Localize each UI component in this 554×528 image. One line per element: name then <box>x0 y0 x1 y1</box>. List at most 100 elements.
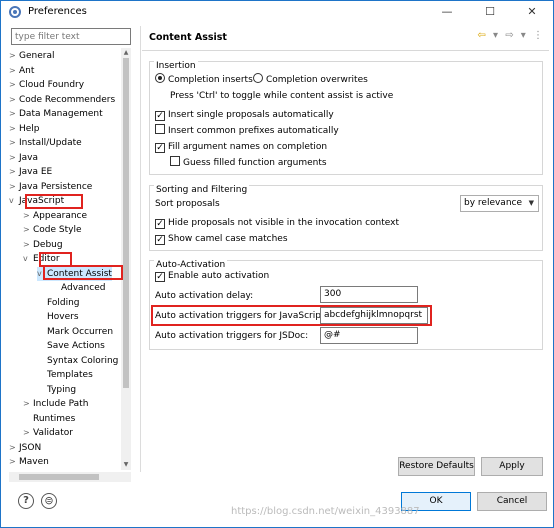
forward-menu-chevron-icon[interactable]: ▾ <box>521 30 526 41</box>
camel-case-label: Show camel case matches <box>168 234 288 244</box>
import-export-icon[interactable]: ⊜ <box>41 493 57 509</box>
scroll-down-icon[interactable]: ▼ <box>122 461 130 469</box>
checkbox-checked-icon: ✓ <box>155 111 165 121</box>
tree-item[interactable]: > Debug <box>23 238 63 252</box>
completion-overwrites-radio[interactable]: Completion overwrites <box>253 73 368 87</box>
hide-proposals-checkbox[interactable]: ✓ Hide proposals not visible in the invoc… <box>155 216 399 230</box>
cancel-button[interactable]: Cancel <box>477 492 547 511</box>
dialog-footer: ? ⊜ OK Cancel <box>1 472 553 527</box>
tree-item[interactable]: > Cloud Foundry <box>9 78 84 92</box>
tree-item[interactable]: > JSON <box>9 441 41 455</box>
collapse-chevron-icon[interactable]: > <box>9 136 19 150</box>
scroll-up-icon[interactable]: ▲ <box>122 49 130 57</box>
tree-item-label: Debug <box>33 239 63 250</box>
insert-single-checkbox[interactable]: ✓ Insert single proposals automatically <box>155 108 334 122</box>
collapse-chevron-icon[interactable]: > <box>9 165 19 179</box>
collapse-chevron-icon[interactable]: > <box>23 426 33 440</box>
tree-item[interactable]: v Content Assist <box>37 266 112 281</box>
view-menu-icon[interactable]: ⋮ <box>533 30 543 41</box>
enable-auto-activation-checkbox[interactable]: ✓ Enable auto activation <box>155 269 269 283</box>
tree-item[interactable]: Advanced <box>51 281 105 295</box>
tree-item[interactable]: > Java EE <box>9 165 52 179</box>
camel-case-checkbox[interactable]: ✓ Show camel case matches <box>155 232 288 246</box>
tree-vertical-scrollbar[interactable]: ▲ ▼ <box>121 48 131 470</box>
collapse-chevron-icon[interactable]: > <box>23 397 33 411</box>
collapse-chevron-icon[interactable]: > <box>9 441 19 455</box>
collapse-chevron-icon[interactable]: > <box>9 180 19 194</box>
scrollbar-thumb[interactable] <box>123 58 129 388</box>
tree-item[interactable]: > Appearance <box>23 209 87 223</box>
tree-item-label: General <box>19 51 55 61</box>
js-triggers-input[interactable]: abcdefghijklmnopqrst <box>320 307 428 324</box>
left-pane: >General>Ant>Cloud Foundry>Code Recommen… <box>9 26 133 482</box>
collapse-chevron-icon[interactable]: > <box>9 151 19 165</box>
tree-item-label: Help <box>19 123 40 134</box>
tree-item-label: Content Assist <box>47 268 112 279</box>
fill-arguments-checkbox[interactable]: ✓ Fill argument names on completion <box>155 140 327 154</box>
tree-item[interactable]: > Java <box>9 151 38 165</box>
close-button[interactable]: ✕ <box>511 1 553 23</box>
filter-input[interactable] <box>11 28 131 45</box>
preference-tree: > General > Ant > Cloud Foundry > Code Recommen… <box>9 48 121 470</box>
collapse-chevron-icon[interactable]: > <box>9 455 19 469</box>
tree-item[interactable]: > Include Path <box>23 397 88 411</box>
sort-proposals-select[interactable]: by relevance ▼ <box>460 195 539 212</box>
tree-item[interactable]: Typing <box>37 383 76 397</box>
tree-item[interactable]: Hovers <box>37 310 79 324</box>
guess-arguments-checkbox[interactable]: Guess filled function arguments <box>170 156 327 170</box>
sort-proposals-value: by relevance <box>464 198 523 208</box>
tree-item[interactable]: v JavaScript <box>9 194 64 208</box>
collapse-chevron-icon[interactable]: > <box>23 223 33 237</box>
tree-item[interactable]: > General <box>9 49 54 63</box>
tree-item[interactable]: > Maven <box>9 455 49 469</box>
minimize-button[interactable]: — <box>426 1 468 23</box>
tree-item[interactable]: v Editor <box>23 252 60 266</box>
delay-label: Auto activation delay: <box>155 291 254 301</box>
forward-arrow-icon[interactable]: ⇨ <box>505 30 513 41</box>
insert-prefixes-checkbox[interactable]: Insert common prefixes automatically <box>155 124 339 138</box>
tree-item-label: Typing <box>47 384 77 395</box>
completion-inserts-radio[interactable]: Completion inserts <box>155 73 253 87</box>
delay-input[interactable]: 300 <box>320 286 418 303</box>
tree-item[interactable]: > Help <box>9 122 40 136</box>
toggle-hint: Press 'Ctrl' to toggle while content ass… <box>170 91 394 101</box>
pane-divider[interactable] <box>140 26 141 472</box>
tree-item[interactable]: > Data Management <box>9 107 103 121</box>
help-icon[interactable]: ? <box>18 493 34 509</box>
tree-item[interactable]: Runtimes <box>23 412 75 426</box>
tree-item-label: Hovers <box>47 312 79 322</box>
collapse-chevron-icon[interactable]: > <box>9 78 19 92</box>
back-arrow-icon[interactable]: ⇦ <box>477 30 485 41</box>
radio-selected-icon <box>155 73 165 83</box>
tree-item-label: Code Style <box>33 225 82 235</box>
tree-item[interactable]: Mark Occurren <box>37 325 113 339</box>
expand-chevron-icon[interactable]: v <box>9 194 19 208</box>
tree-item[interactable]: Syntax Coloring <box>37 354 118 368</box>
tree-item[interactable]: > Install/Update <box>9 136 82 150</box>
tree-item[interactable]: Save Actions <box>37 339 105 353</box>
maximize-button[interactable]: ☐ <box>469 1 511 23</box>
collapse-chevron-icon[interactable]: > <box>9 49 19 63</box>
tree-item-label: Validator <box>33 428 73 438</box>
collapse-chevron-icon[interactable]: > <box>9 64 19 78</box>
tree-item[interactable]: > Validator <box>23 426 73 440</box>
collapse-chevron-icon[interactable]: > <box>9 93 19 107</box>
collapse-chevron-icon[interactable]: > <box>9 122 19 136</box>
tree-item[interactable]: Folding <box>37 296 80 310</box>
tree-item[interactable]: > Code Recommenders <box>9 93 115 107</box>
tree-item-label: Mark Occurren <box>47 326 114 337</box>
collapse-chevron-icon[interactable]: > <box>23 238 33 252</box>
tree-item[interactable]: > Ant <box>9 64 34 78</box>
tree-item[interactable]: Templates <box>37 368 93 382</box>
tree-item-label: Maven <box>19 457 49 467</box>
collapse-chevron-icon[interactable]: > <box>9 107 19 121</box>
title-bar[interactable]: Preferences — ☐ ✕ <box>1 1 553 23</box>
back-menu-chevron-icon[interactable]: ▾ <box>493 30 498 41</box>
tree-item[interactable]: > Java Persistence <box>9 180 92 194</box>
fill-arguments-label: Fill argument names on completion <box>168 142 328 152</box>
expand-chevron-icon[interactable]: v <box>23 252 33 266</box>
collapse-chevron-icon[interactable]: > <box>23 209 33 223</box>
tree-item[interactable]: > Code Style <box>23 223 82 237</box>
jsdoc-triggers-input[interactable]: @# <box>320 327 418 344</box>
expand-chevron-icon[interactable]: v <box>37 267 47 281</box>
